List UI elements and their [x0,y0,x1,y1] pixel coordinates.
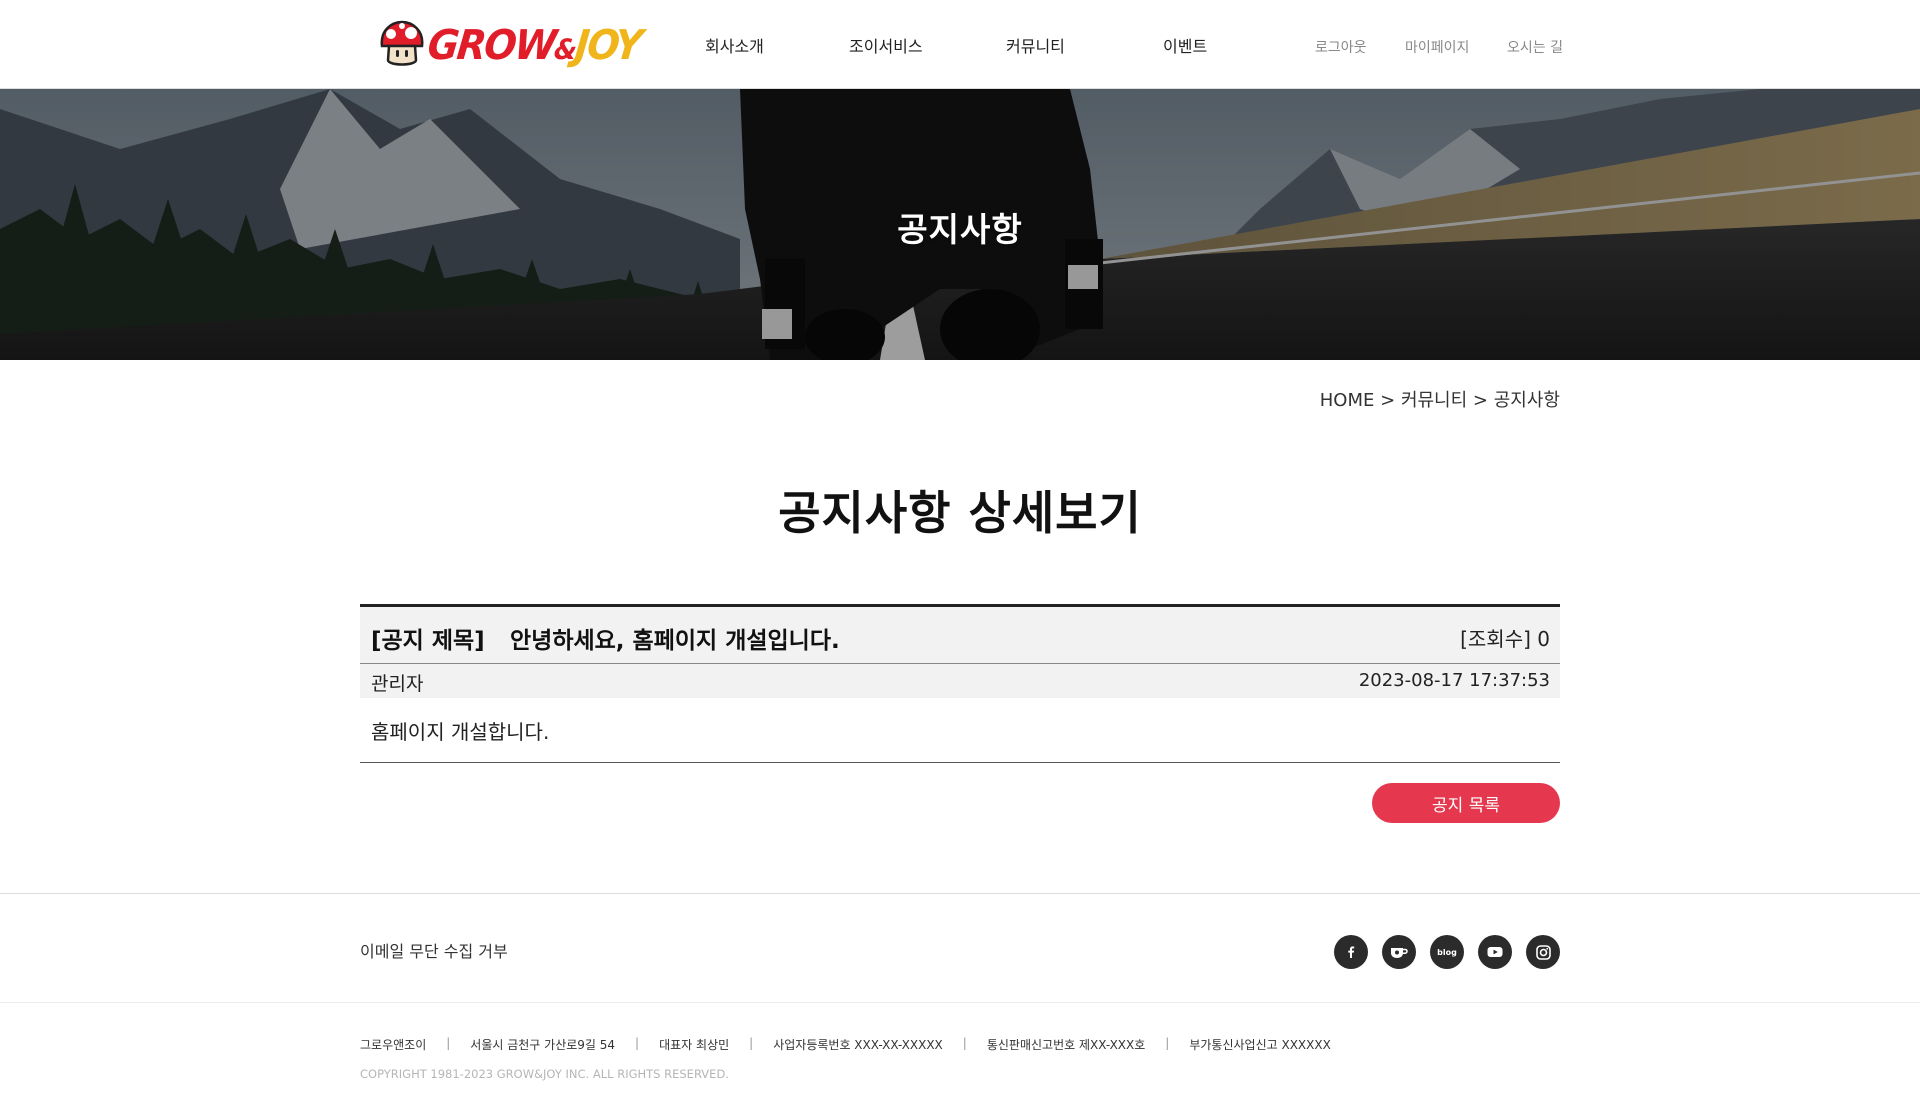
breadcrumb-separator: > [1380,390,1396,411]
nav-item-company[interactable]: 회사소개 [705,33,764,57]
sub-banner: 공지사항 [0,89,1920,360]
notice-header: [공지 제목] 안녕하세요, 홈페이지 개설입니다. [조회수] 0 [360,607,1560,664]
notice-subject: 안녕하세요, 홈페이지 개설입니다. [510,628,840,654]
notice-list-button[interactable]: 공지 목록 [1372,783,1560,823]
copyright: COPYRIGHT 1981-2023 GROW&JOY INC. ALL RI… [360,1067,729,1081]
nav-item-community[interactable]: 커뮤니티 [1006,33,1065,57]
company-address: 서울시 금천구 가산로9길 54 [470,1038,616,1052]
info-separator: | [962,1036,967,1050]
notice-view-count: [조회수] 0 [1460,627,1550,651]
page-title: 공지사항 상세보기 [778,486,1142,540]
facebook-icon[interactable] [1334,935,1368,969]
breadcrumb-community[interactable]: 커뮤니티 [1401,390,1467,411]
nav-item-joy-service[interactable]: 조이서비스 [849,33,923,57]
sns-links: blog [1334,935,1560,969]
mypage-link[interactable]: 마이페이지 [1405,37,1469,57]
info-separator: | [749,1036,754,1050]
notice-meta: 관리자 2023-08-17 17:37:53 [360,664,1560,698]
mushroom-logo-icon [380,20,424,66]
logo-text-grow: GROW [425,21,558,69]
breadcrumb-notice[interactable]: 공지사항 [1494,390,1560,411]
company-info: 그로우앤조이 | 서울시 금천구 가산로9길 54 | 대표자 최상민 | 사업… [360,1036,1331,1053]
notice-author: 관리자 [371,673,424,695]
notice-detail: [공지 제목] 안녕하세요, 홈페이지 개설입니다. [조회수] 0 관리자 2… [360,604,1560,763]
directions-link[interactable]: 오시는 길 [1507,37,1563,57]
breadcrumb-separator: > [1472,390,1489,411]
blog-icon[interactable]: blog [1430,935,1464,969]
breadcrumb: HOME > 커뮤니티 > 공지사항 [1320,386,1560,412]
site-header: GROW&JOY 회사소개 조이서비스 커뮤니티 이벤트 로그아웃 마이페이지 … [0,0,1920,89]
instagram-icon[interactable] [1526,935,1560,969]
company-ceo: 대표자 최상민 [659,1038,730,1052]
email-refuse-link[interactable]: 이메일 무단 수집 거부 [360,938,508,962]
notice-body: 홈페이지 개설합니다. [360,698,1560,763]
site-logo[interactable]: GROW&JOY [378,20,644,70]
logout-link[interactable]: 로그아웃 [1315,37,1367,57]
banner-title: 공지사항 [897,210,1023,249]
logo-wordmark: GROW&JOY [426,21,644,69]
info-separator: | [1165,1036,1170,1050]
mail-order-report-number: 통신판매신고번호 제XX-XXX호 [986,1038,1146,1052]
youtube-icon[interactable] [1478,935,1512,969]
value-added-telecom-report: 부가통신사업신고 XXXXXX [1189,1038,1331,1052]
breadcrumb-home[interactable]: HOME [1320,390,1375,411]
footer-top: 이메일 무단 수집 거부 blog [0,893,1920,1003]
cafe-icon[interactable] [1382,935,1416,969]
nav-item-event[interactable]: 이벤트 [1163,33,1207,57]
notice-content: 홈페이지 개설합니다. [371,720,550,744]
company-name: 그로우앤조이 [360,1038,427,1052]
notice-title-label: [공지 제목] [371,628,485,654]
blog-icon-text: blog [1437,947,1457,957]
notice-date: 2023-08-17 17:37:53 [1358,670,1550,691]
info-separator: | [635,1036,640,1050]
logo-text-joy: JOY [572,21,644,69]
info-separator: | [446,1036,451,1050]
business-registration-number: 사업자등록번호 XXX-XX-XXXXX [773,1038,943,1052]
